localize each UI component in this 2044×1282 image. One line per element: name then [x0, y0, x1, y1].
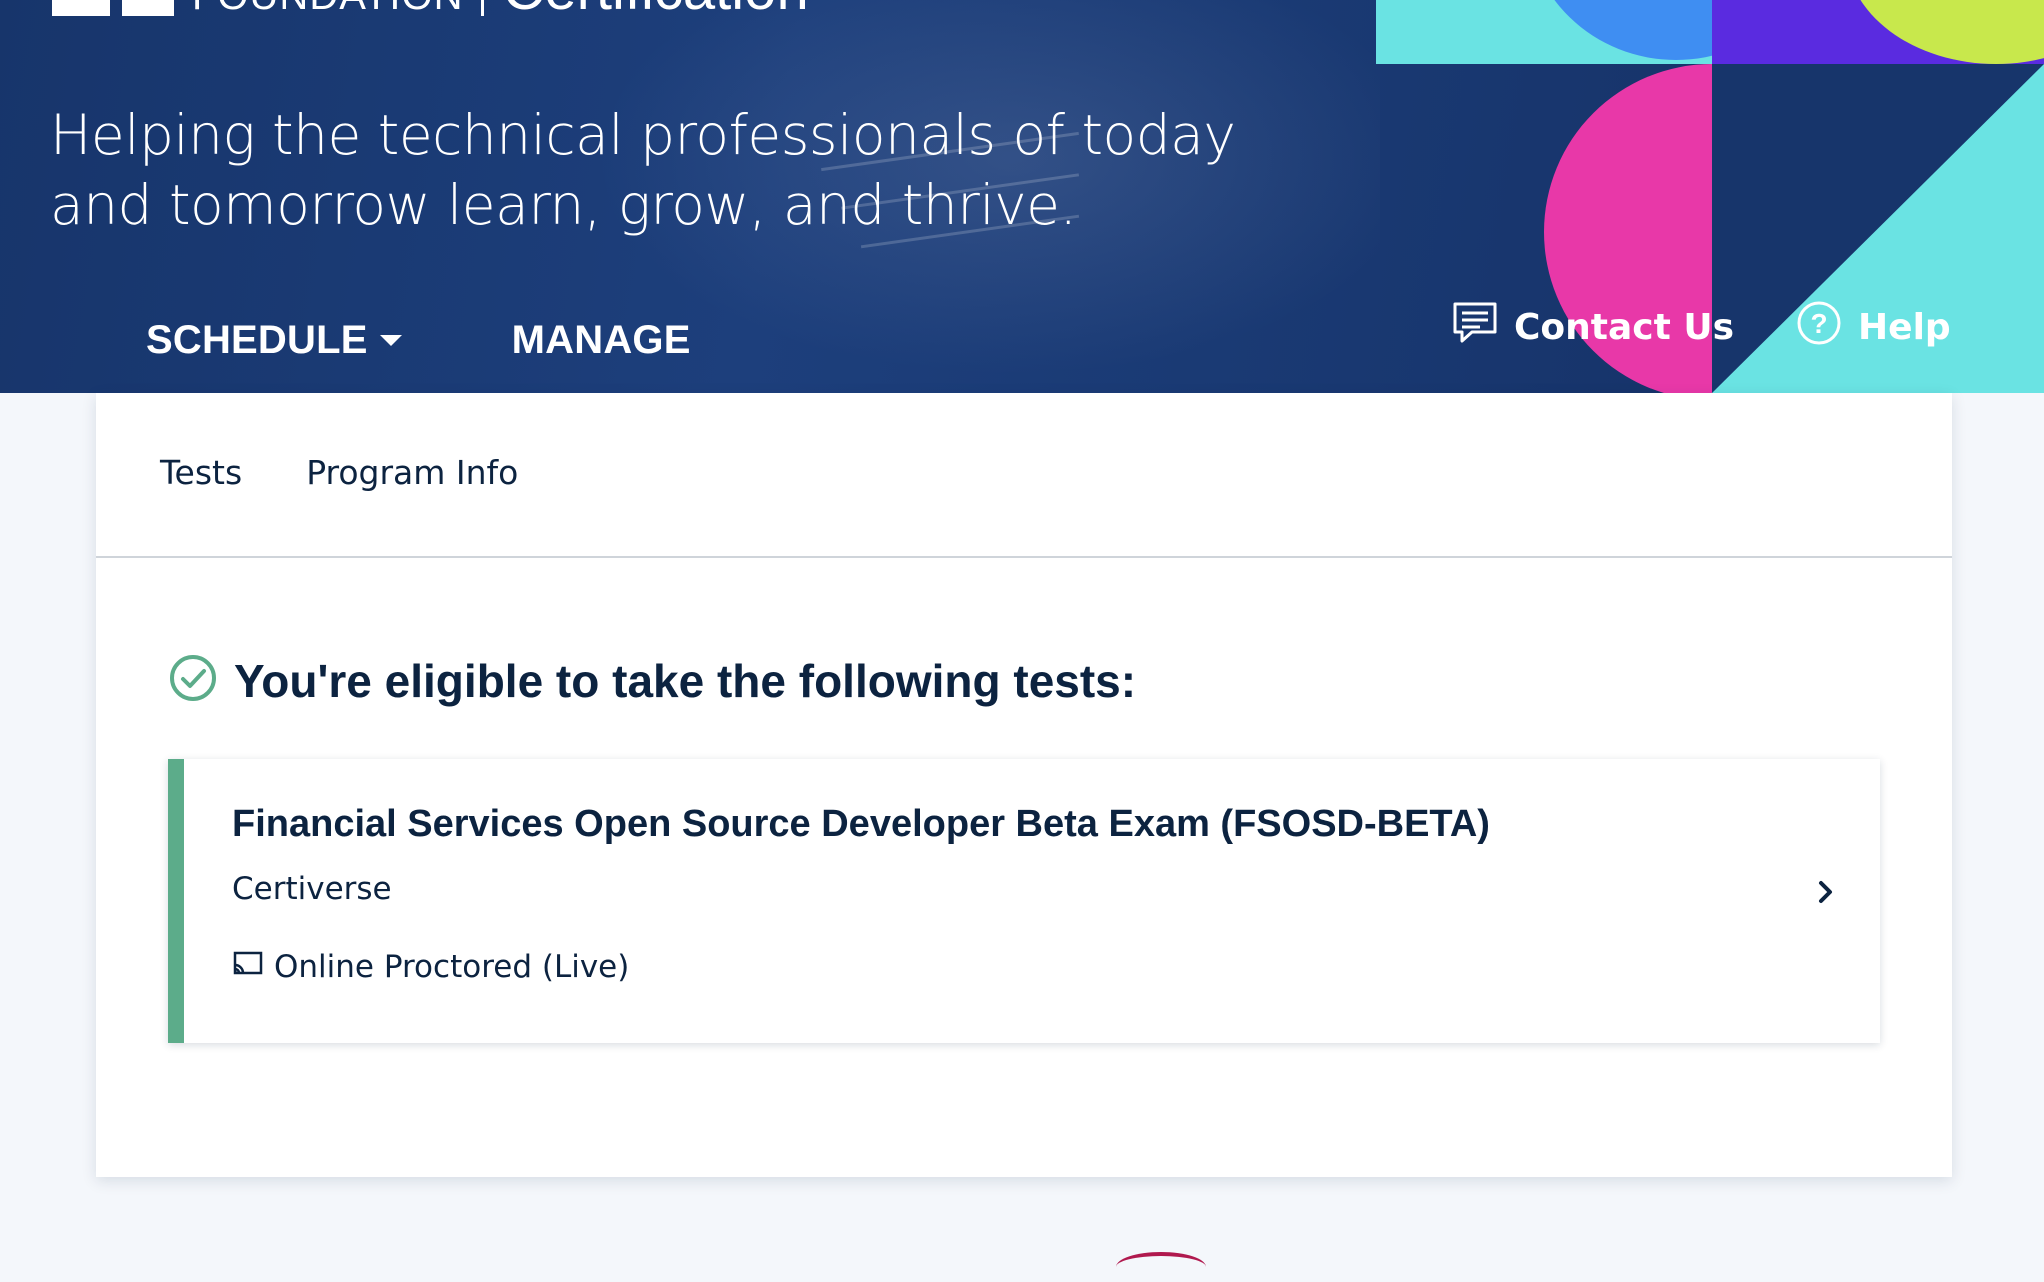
cast-screen-icon	[232, 949, 264, 985]
tab-program-info[interactable]: Program Info	[306, 453, 518, 492]
chat-icon	[1452, 301, 1498, 354]
help-circle-icon: ?	[1796, 300, 1842, 355]
help-label: Help	[1858, 307, 1951, 348]
logo-divider	[481, 0, 485, 16]
exam-delivery-label: Online Proctored (Live)	[274, 949, 630, 985]
caret-down-icon	[379, 335, 402, 346]
nav-schedule-dropdown[interactable]: SCHEDULE	[146, 318, 402, 363]
utility-nav: Contact Us ? Help	[1452, 300, 1951, 355]
contact-us-label: Contact Us	[1514, 307, 1735, 348]
site-header: FOUNDATION Certification Helping the tec…	[0, 0, 2044, 393]
svg-text:?: ?	[1810, 308, 1827, 339]
logo-foundation-text: FOUNDATION	[192, 0, 463, 16]
check-circle-icon	[168, 653, 218, 708]
exam-card[interactable]: Financial Services Open Source Developer…	[168, 759, 1880, 1043]
tab-tests[interactable]: Tests	[160, 453, 242, 492]
footer-peek-decoration	[1116, 1252, 1206, 1282]
logo-product-text: Certification	[502, 0, 808, 19]
tab-bar: Tests Program Info	[160, 453, 518, 492]
nav-manage[interactable]: MANAGE	[512, 318, 691, 363]
nav-schedule-label: SCHEDULE	[146, 318, 368, 362]
primary-nav: SCHEDULE MANAGE	[146, 318, 691, 363]
chevron-right-icon[interactable]	[1816, 877, 1836, 912]
eligible-heading: You're eligible to take the following te…	[168, 653, 1136, 708]
logo-mark	[52, 0, 174, 16]
tagline-line: and tomorrow learn, grow, and thrive.	[50, 173, 1077, 237]
exam-delivery: Online Proctored (Live)	[232, 949, 629, 985]
contact-us-link[interactable]: Contact Us	[1452, 301, 1734, 354]
exam-provider: Certiverse	[232, 871, 392, 907]
hero-tagline: Helping the technical professionals of t…	[50, 100, 1330, 240]
eligible-title: You're eligible to take the following te…	[234, 654, 1137, 707]
help-link[interactable]: ? Help	[1796, 300, 1951, 355]
tab-divider	[96, 556, 1952, 558]
main-card: Tests Program Info You're eligible to ta…	[96, 393, 1952, 1177]
exam-title: Financial Services Open Source Developer…	[232, 803, 1490, 845]
site-logo[interactable]: FOUNDATION Certification	[52, 0, 809, 19]
nav-manage-label: MANAGE	[511, 318, 691, 362]
tagline-line: Helping the technical professionals of t…	[50, 103, 1236, 167]
